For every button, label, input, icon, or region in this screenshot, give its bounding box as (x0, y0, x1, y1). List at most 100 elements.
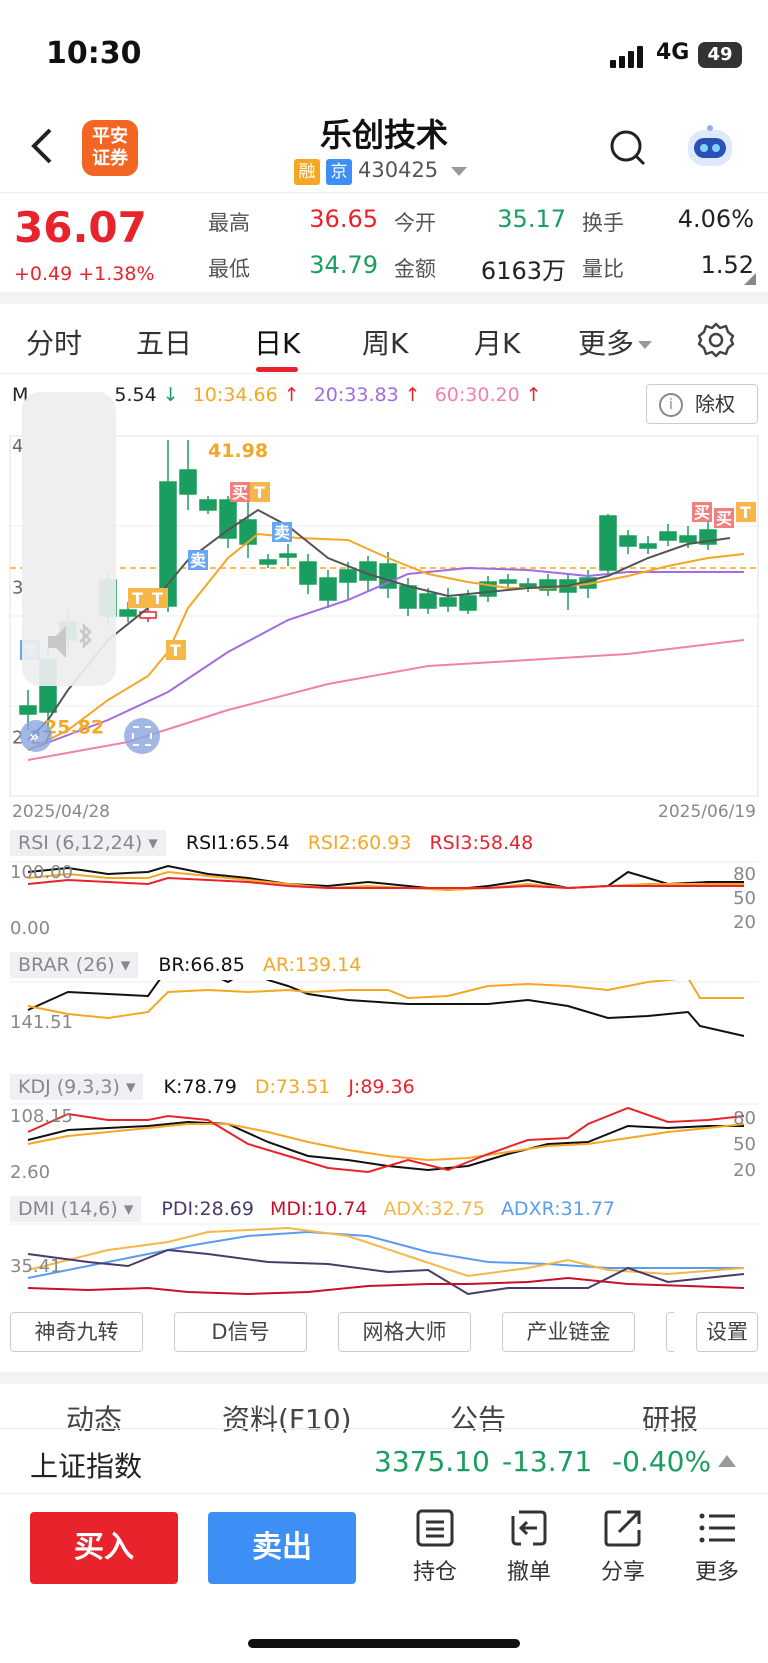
end-date: 2025/06/19 (658, 802, 756, 822)
info-tabs: 动态 资料(F10) 公告 研报 (0, 1372, 768, 1436)
candle-body (399, 585, 417, 609)
tool-industry-chain-button[interactable]: 产业链金 (502, 1312, 635, 1352)
kdj-y-bottom: 2.60 (10, 1162, 50, 1182)
mdi-value: MDI:10.74 (269, 1198, 368, 1220)
high-value: 36.65 (309, 205, 378, 233)
divider (0, 292, 768, 304)
search-icon[interactable] (608, 128, 648, 168)
battery-icon: 49 (698, 42, 742, 68)
positions-button[interactable]: 持仓 (400, 1508, 470, 1586)
cancel-order-button[interactable]: 撤单 (494, 1508, 564, 1586)
more-button[interactable]: 更多 (682, 1508, 752, 1586)
assistant-robot-icon[interactable] (682, 122, 738, 174)
buy-button[interactable]: 买入 (30, 1512, 178, 1584)
index-change: -13.71 (502, 1445, 593, 1478)
rsi1-value: RSI1:65.54 (185, 832, 290, 854)
sell-signal-marker: 卖 (190, 551, 206, 570)
pdi-value: PDI:28.69 (161, 1198, 254, 1220)
tool-settings-button[interactable]: 设置 (696, 1312, 758, 1352)
adjust-rights-label: 除权 (695, 392, 735, 416)
active-tab-indicator (256, 367, 298, 372)
sell-signal-marker: 卖 (274, 523, 290, 542)
d-line (27, 1123, 745, 1162)
volume-ratio-label: 量比 (582, 257, 624, 281)
kdj-ref-80: 80 (733, 1108, 756, 1129)
volume-ratio-value: 1.52 (700, 251, 754, 279)
ar-value: AR:139.14 (262, 954, 362, 976)
svg-text:»: » (29, 727, 39, 746)
caret-up-icon[interactable] (718, 1455, 736, 1467)
chevron-down-icon[interactable] (450, 167, 467, 176)
tool-partial-button[interactable] (666, 1312, 674, 1352)
mdi-line (27, 1276, 745, 1296)
adxr-value: ADXR:31.77 (500, 1198, 615, 1220)
candle-body (499, 579, 517, 584)
adjust-rights-button[interactable]: i 除权 (646, 384, 758, 424)
sell-button[interactable]: 卖出 (208, 1512, 356, 1584)
tab-daily-k[interactable]: 日K (254, 322, 300, 362)
tab-intraday[interactable]: 分时 (26, 322, 82, 362)
t-signal-marker: T (740, 503, 751, 522)
candle-body (619, 535, 637, 547)
share-button[interactable]: 分享 (588, 1508, 658, 1586)
menu-icon (699, 1513, 735, 1543)
bottom-action-bar: 买入 卖出 持仓 撤单 分享 更多 (0, 1494, 768, 1663)
ma5-value: 5.54 (114, 384, 157, 406)
amount-value: 6163万 (480, 257, 566, 285)
dmi-y-label: 35.41 (10, 1256, 62, 1277)
tab-weekly-k[interactable]: 周K (362, 322, 408, 362)
candle-body (159, 481, 177, 607)
j-value: J:89.36 (348, 1076, 415, 1098)
dmi-selector[interactable]: DMI (14,6) ▾ (10, 1196, 142, 1222)
share-label: 分享 (600, 1560, 645, 1585)
candle-body (459, 595, 477, 611)
high-mark-label: 41.98 (208, 440, 268, 462)
rsi-selector[interactable]: RSI (6,12,24) ▾ (10, 830, 166, 856)
stock-tags: 融京 430425 (294, 158, 467, 185)
fullscreen-icon[interactable] (124, 718, 160, 754)
gear-icon[interactable] (696, 320, 736, 360)
info-icon: i (659, 393, 683, 417)
index-pct: -0.40% (612, 1445, 712, 1478)
clock: 10:30 (46, 36, 142, 71)
low-mark-label: 25.82 (44, 717, 104, 739)
margin-tag: 融 (294, 159, 320, 185)
tab-more[interactable]: 更多 (578, 322, 653, 362)
kdj-name: KDJ (9,3,3) (18, 1076, 120, 1098)
candle-body (679, 535, 697, 543)
candle-body (279, 553, 297, 558)
tab-monthly-k[interactable]: 月K (474, 322, 520, 362)
tab-more-label: 更多 (578, 327, 635, 360)
tool-grid-master-button[interactable]: 网格大师 (338, 1312, 471, 1352)
more-label: 更多 (694, 1560, 739, 1585)
candle-body (119, 609, 137, 617)
buy-signal-marker: 买 (232, 483, 248, 502)
candle-body (519, 583, 537, 588)
last-price: 36.07 (14, 203, 147, 252)
tab-five-day[interactable]: 五日 (136, 322, 192, 362)
ma10-value: 10:34.66 (192, 384, 278, 406)
positions-icon (416, 1509, 454, 1547)
low-label: 最低 (208, 257, 250, 281)
candle-body (19, 705, 37, 715)
j-line (27, 1106, 745, 1174)
brar-selector[interactable]: BRAR (26) ▾ (10, 952, 139, 978)
brar-chart: 141.51 (10, 980, 758, 1037)
tool-magic-nine-button[interactable]: 神奇九转 (10, 1312, 143, 1352)
brar-name: BRAR (26) (18, 954, 115, 976)
index-ticker[interactable]: 上证指数 3375.10 -13.71 -0.40% (0, 1428, 768, 1494)
rsi2-value: RSI2:60.93 (307, 832, 412, 854)
stock-header: 平安 证券 乐创技术 融京 430425 (0, 110, 768, 192)
stock-name: 乐创技术 (319, 116, 448, 154)
candle-body (419, 593, 437, 609)
brar-y-label: 141.51 (10, 1012, 73, 1033)
positions-label: 持仓 (412, 1560, 457, 1585)
tool-d-signal-button[interactable]: D信号 (174, 1312, 307, 1352)
candle-body (439, 597, 457, 607)
exchange-tag: 京 (326, 159, 352, 185)
low-value: 34.79 (309, 251, 378, 279)
kdj-selector[interactable]: KDJ (9,3,3) ▾ (10, 1074, 144, 1100)
dmi-chart: 35.41 (10, 1223, 758, 1296)
rsi-header: RSI (6,12,24) ▾ RSI1:65.54 RSI2:60.93 RS… (10, 830, 533, 856)
mute-speaker-icon (44, 622, 100, 669)
